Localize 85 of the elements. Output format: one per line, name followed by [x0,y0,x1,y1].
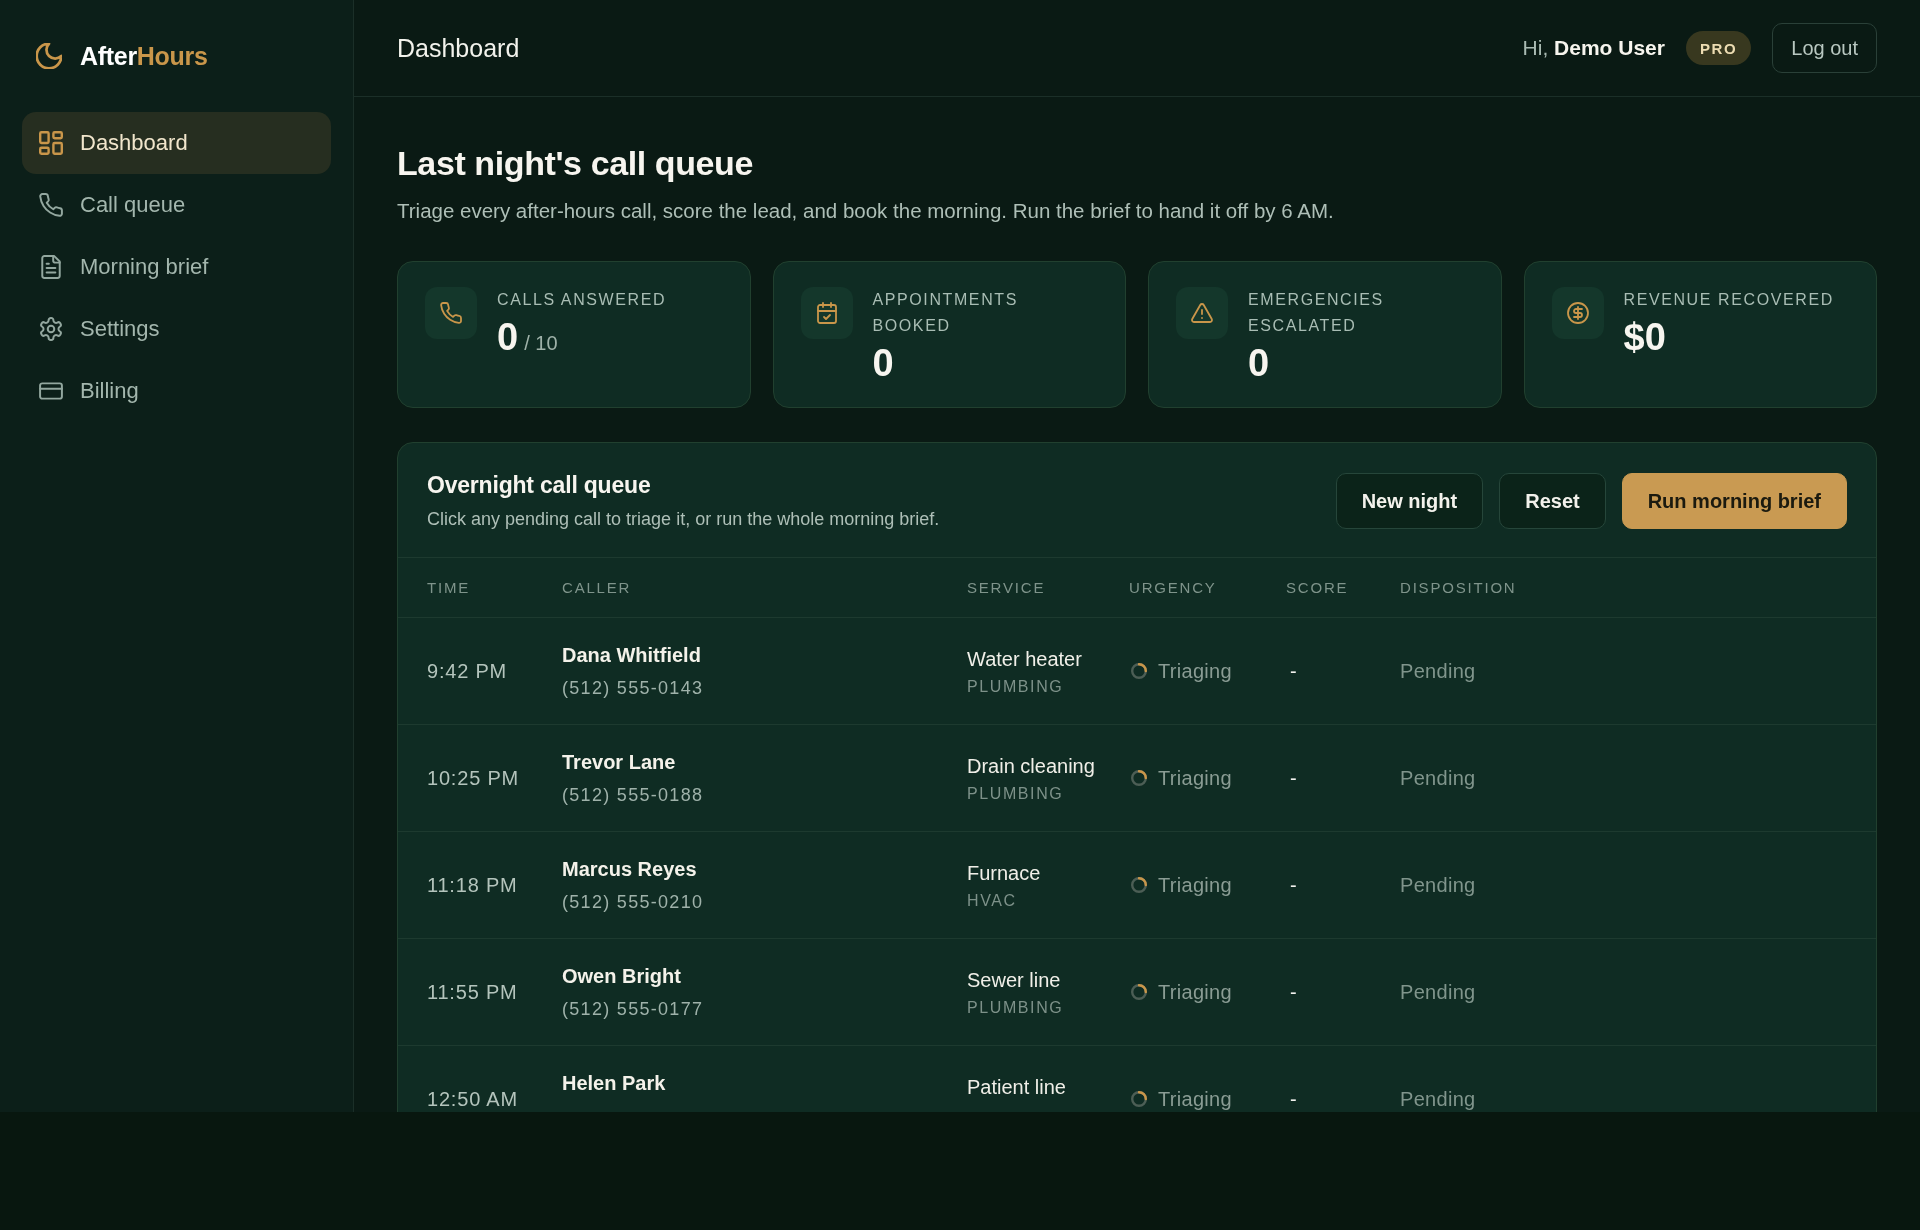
page-title: Last night's call queue [397,143,754,184]
service-category: PLUMBING [967,676,1065,697]
urgency-status: Triaging [1158,766,1232,790]
column-header: CALLER [562,579,633,596]
column-header: URGENCY [1129,579,1218,596]
sidebar-item[interactable]: Morning brief [22,236,331,298]
service-name: Water heater [967,646,1082,672]
app-logo-text: AfterHours [80,41,208,72]
column-header: TIME [427,579,472,596]
call-time: 12:50 AM [427,1087,518,1111]
service-name: Drain cleaning [967,753,1095,779]
spinner-icon [1131,663,1147,679]
column-header: DISPOSITION [1400,579,1518,596]
call-time: 10:25 PM [427,766,519,790]
spinner-icon [1131,770,1147,786]
service-category: HVAC [967,890,1018,911]
lead-score: - [1289,873,1297,897]
column-header: SERVICE [967,579,1047,596]
sidebar-item[interactable]: Call queue [22,174,331,236]
calendar-check-icon [800,287,853,339]
stat-value: 0 [1248,341,1270,385]
lead-score: - [1289,980,1297,1004]
lead-score: - [1289,659,1297,683]
plan-badge: PRO [1685,31,1752,65]
sidebar-item[interactable]: Billing [22,360,331,422]
call-time: 11:18 PM [427,873,518,897]
phone-icon [425,287,477,339]
urgency-status: Triaging [1158,659,1232,683]
caller-name: Helen Park [562,1071,666,1096]
dollar-coin-icon [1551,287,1604,339]
panel-subtitle: Click any pending call to triage it, or run the whole morning brief. [427,508,940,531]
spinner-icon [1131,877,1147,893]
service-name: Furnace [967,860,1041,886]
caller-name: Dana Whitfield [562,643,702,668]
caller-name: Trevor Lane [562,750,677,775]
action-button[interactable]: New night [1335,473,1484,529]
warning-icon [1176,287,1228,339]
lead-score: - [1289,1087,1297,1111]
stat-total: / 10 [524,332,558,355]
caller-name: Owen Bright [562,964,682,989]
action-button[interactable]: Reset [1499,473,1606,529]
disposition-status: Pending [1400,1087,1476,1111]
call-time: 11:55 PM [427,980,518,1004]
spinner-icon [1131,984,1147,1000]
lead-score: - [1289,766,1297,790]
disposition-status: Pending [1400,766,1476,790]
stat-label: CALLS ANSWERED [497,290,667,310]
service-category: PLUMBING [967,783,1065,804]
stat-value: $0 [1623,315,1666,359]
run-brief-button[interactable]: Run morning brief [1621,473,1847,529]
service-name: Sewer line [967,967,1062,993]
stat-label: EMERGENCIES ESCALATED [1248,290,1385,336]
sidebar-item[interactable]: Dashboard [22,112,331,174]
caller-name: Marcus Reyes [562,857,698,882]
settings-icon [39,317,63,341]
stat-value: 0 [872,341,894,385]
column-header: SCORE [1286,579,1350,596]
disposition-status: Pending [1400,980,1476,1004]
page-subtitle: Triage every after-hours call, score the lead, and book the morning. Run the brief to hand it off by 6 AM. [397,198,1335,224]
service-name: Patient line [967,1074,1066,1100]
panel-title: Overnight call queue [427,471,652,500]
disposition-status: Pending [1400,659,1476,683]
header-title: Dashboard [397,33,520,63]
caller-phone: (512) 555-0177 [562,998,704,1021]
credit-card-icon [39,379,63,403]
dashboard-grid-icon [39,131,63,155]
urgency-status: Triaging [1158,873,1232,897]
sidebar-item[interactable]: Settings [22,298,331,360]
disposition-status: Pending [1400,873,1476,897]
stat-value: 0 [497,315,519,359]
caller-phone: (512) 555-0143 [562,677,704,700]
urgency-status: Triaging [1158,980,1232,1004]
stat-label: REVENUE RECOVERED [1623,290,1834,310]
greeting-text: Hi, Demo User [1522,36,1665,60]
caller-phone: (512) 555-0210 [562,891,704,914]
caller-phone: (512) 555-0188 [562,784,704,807]
document-icon [39,255,63,279]
phone-icon [39,193,63,217]
service-category: PLUMBING [967,997,1064,1018]
spinner-icon [1131,1091,1147,1107]
logout-button[interactable]: Log out [1772,23,1877,73]
stat-label: APPOINTMENTS BOOKED [872,290,1019,336]
call-time: 9:42 PM [427,659,508,683]
moon-icon [36,43,62,69]
urgency-status: Triaging [1158,1087,1232,1111]
